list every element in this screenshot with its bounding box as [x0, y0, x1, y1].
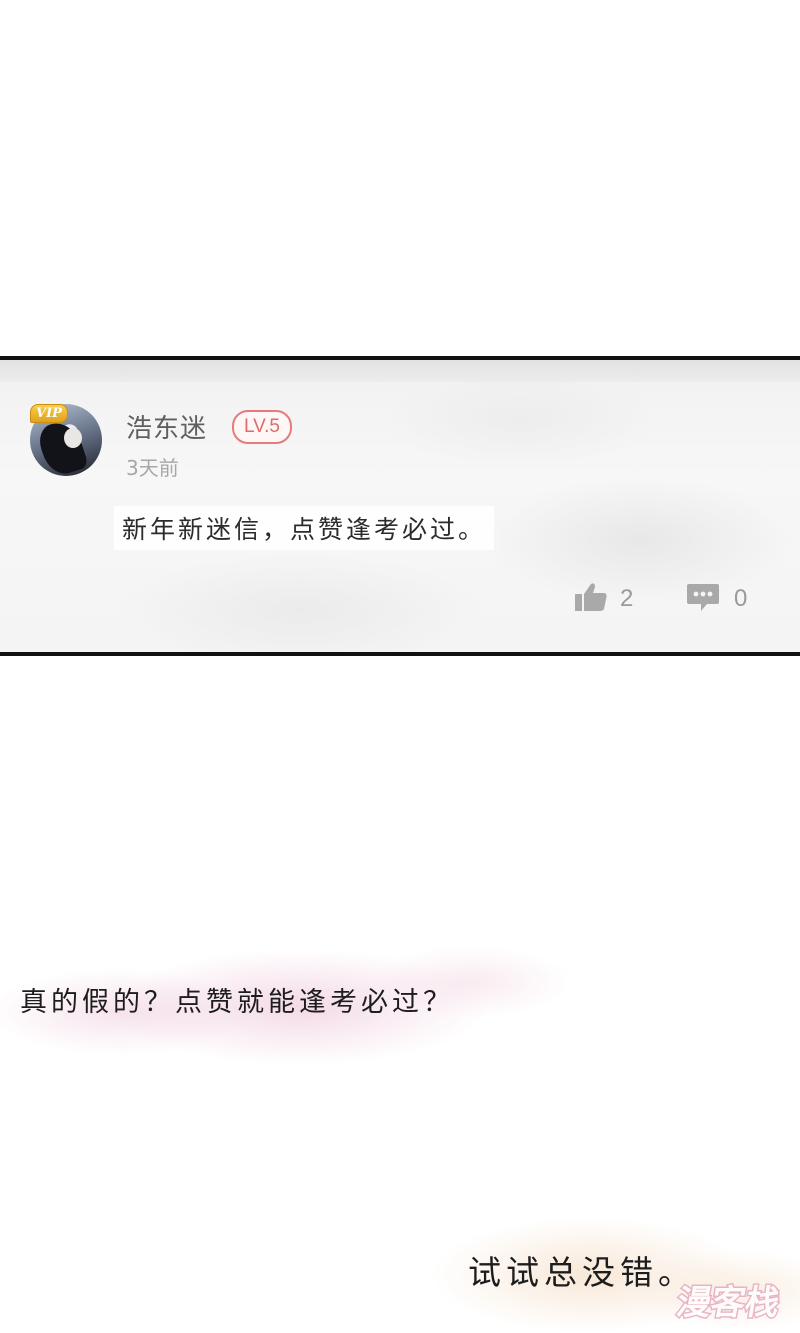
reply-button[interactable]: 0 [686, 582, 747, 616]
avatar-face [64, 428, 82, 448]
comment-body: 新年新迷信，点赞逢考必过。 [114, 506, 495, 550]
like-button[interactable]: 2 [574, 582, 633, 616]
like-count: 2 [620, 585, 634, 612]
username[interactable]: 浩东迷 [126, 408, 207, 445]
avatar-hair [34, 417, 90, 476]
panel-top-band [0, 360, 800, 382]
comment-bubble-icon [686, 582, 720, 616]
watermark-text: 漫客栈 [674, 1283, 783, 1323]
timestamp: 3天前 [126, 456, 179, 480]
dialogue-line-1: 真的假的？点赞就能逢考必过？ [20, 987, 454, 1018]
level-badge: LV.5 [232, 410, 292, 444]
reply-count: 0 [734, 585, 748, 612]
thumbs-up-icon [574, 582, 608, 616]
comment-card: VIP 浩东迷 LV.5 3天前 新年新迷信，点赞逢考必过。 2 0 [0, 356, 800, 656]
watermark-logo: 漫客栈 [672, 1282, 784, 1324]
comic-page: VIP 浩东迷 LV.5 3天前 新年新迷信，点赞逢考必过。 2 0 真的假的？… [0, 0, 800, 1333]
vip-badge: VIP [30, 404, 68, 423]
dialogue-line-2: 试试总没错。 [468, 1253, 696, 1292]
